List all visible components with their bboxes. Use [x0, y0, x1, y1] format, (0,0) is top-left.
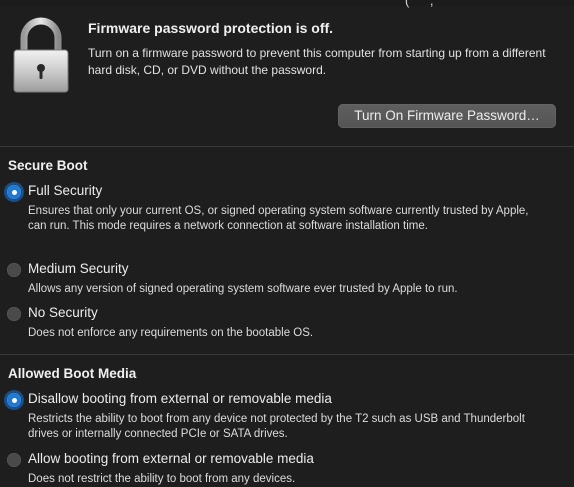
firmware-description: Turn on a firmware password to prevent t… — [88, 46, 546, 77]
radio-label[interactable]: Full Security — [28, 183, 102, 198]
radio-label[interactable]: Allow booting from external or removable… — [28, 451, 314, 466]
radio-label[interactable]: No Security — [28, 305, 98, 320]
radio-button[interactable] — [7, 453, 21, 467]
option-description: Does not enforce any requirements on the… — [28, 327, 314, 339]
radio-label[interactable]: Disallow booting from external or remova… — [28, 391, 332, 406]
option-description: Allows any version of signed operating s… — [28, 283, 458, 295]
firmware-section: Firmware password protection is off. Tur… — [0, 0, 574, 146]
radio-button[interactable] — [7, 263, 21, 277]
option-description: Ensures that only your current OS, or si… — [28, 205, 529, 232]
option-description: Restricts the ability to boot from any d… — [28, 413, 525, 440]
radio-allow-external-boot[interactable]: Allow booting from external or removable… — [0, 451, 574, 486]
radio-button-selected[interactable] — [7, 393, 21, 407]
allowed-boot-media-title: Allowed Boot Media — [8, 366, 137, 381]
option-description: Does not restrict the ability to boot fr… — [28, 473, 296, 485]
turn-on-firmware-password-button[interactable]: Turn On Firmware Password… — [338, 104, 556, 128]
secure-boot-title: Secure Boot — [8, 158, 88, 173]
radio-label[interactable]: Medium Security — [28, 261, 129, 276]
radio-button[interactable] — [7, 307, 21, 321]
radio-full-security[interactable]: Full Security Ensures that only your cur… — [0, 183, 574, 253]
radio-medium-security[interactable]: Medium Security Allows any version of si… — [0, 261, 574, 301]
divider — [0, 146, 574, 147]
radio-no-security[interactable]: No Security Does not enforce any require… — [0, 305, 574, 345]
lock-icon — [13, 17, 69, 93]
radio-button-selected[interactable] — [7, 185, 21, 199]
divider — [0, 354, 574, 355]
radio-disallow-external-boot[interactable]: Disallow booting from external or remova… — [0, 391, 574, 443]
firmware-status-title: Firmware password protection is off. — [88, 20, 334, 36]
